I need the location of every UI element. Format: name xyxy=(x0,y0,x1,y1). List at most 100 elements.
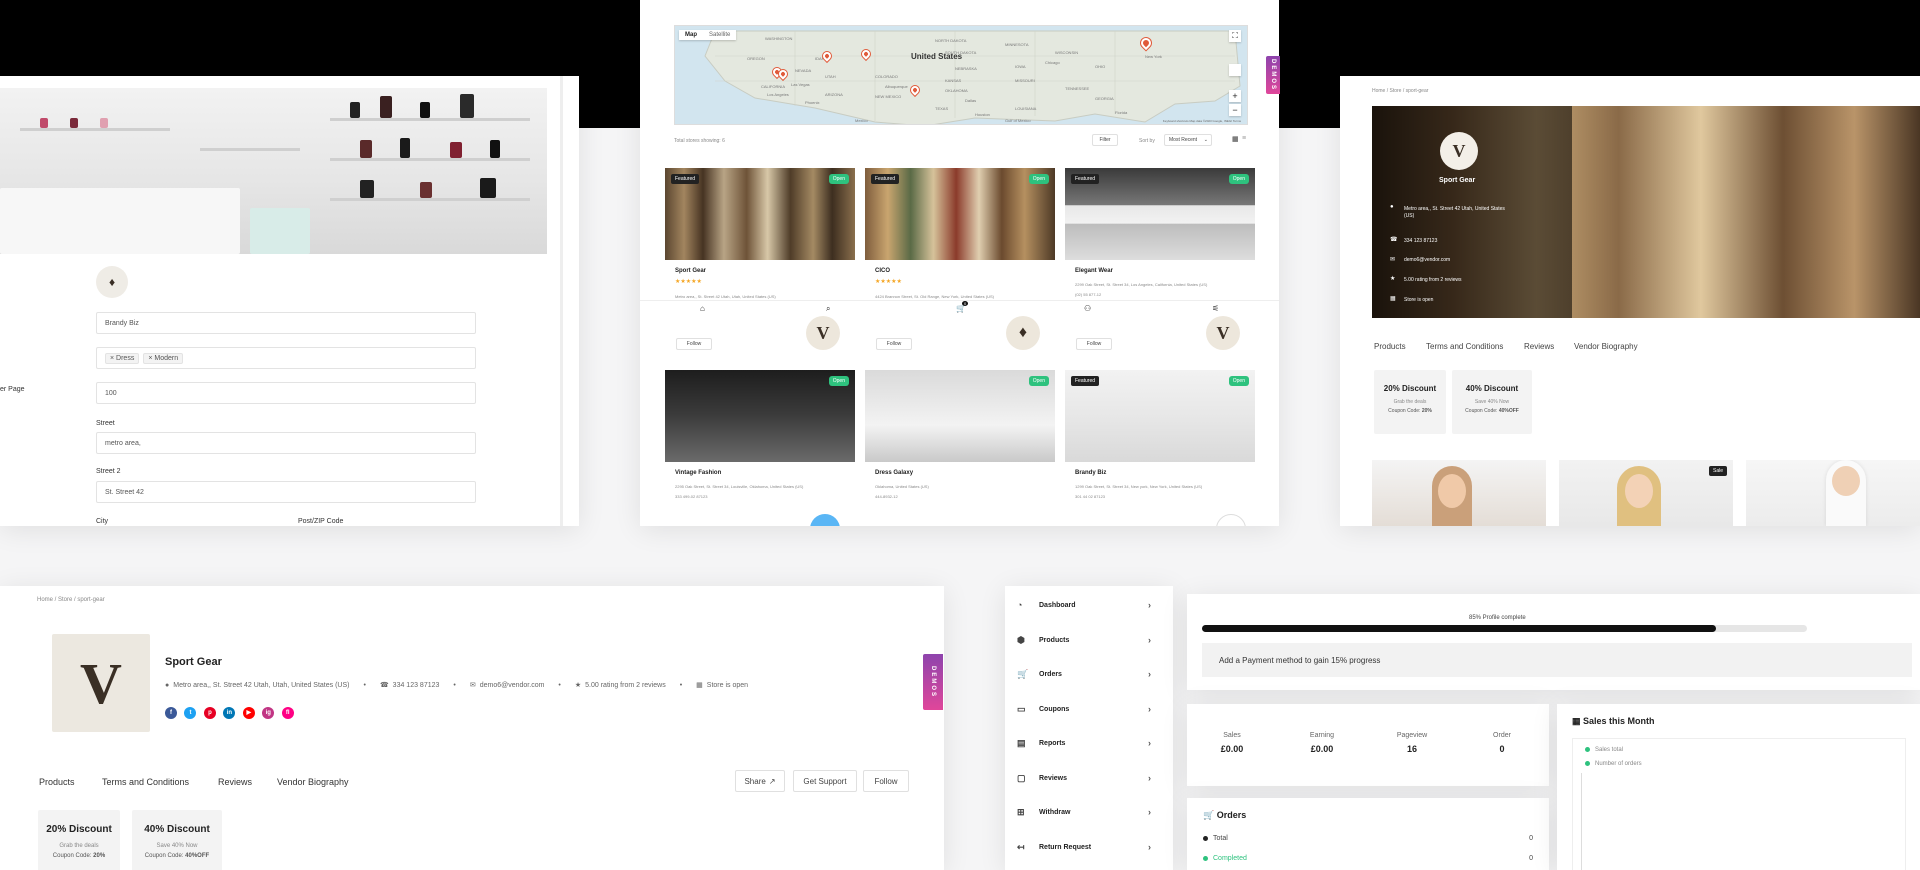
coupon-card[interactable]: 20% Discount Grab the deals Coupon Code:… xyxy=(38,810,120,870)
store-logo-icon[interactable]: ♦ xyxy=(96,266,128,298)
store-map[interactable]: Map Satellite United States WASHINGTON N… xyxy=(674,25,1248,125)
get-support-button[interactable]: Get Support xyxy=(793,770,857,792)
follow-button[interactable]: Follow xyxy=(863,770,909,792)
email-icon: ✉ xyxy=(469,682,476,689)
instagram-icon[interactable]: ig xyxy=(262,707,275,719)
tab-vendor-biography[interactable]: Vendor Biography xyxy=(277,777,349,787)
rating-stars-icon: ★★★★★ xyxy=(875,279,902,285)
map-place-label: COLORADO xyxy=(875,74,898,79)
coupon-card[interactable]: 40% Discount Save 40% Now Coupon Code: 4… xyxy=(1452,370,1532,434)
category-chip[interactable]: × Dress xyxy=(105,352,140,364)
store-card[interactable]: Featured Open Sport Gear ★★★★★ Metro are… xyxy=(665,168,855,318)
reviews-icon: ▢ xyxy=(1017,772,1026,783)
tab-products[interactable]: Products xyxy=(39,777,75,787)
share-button[interactable]: Share ↗ xyxy=(735,770,785,792)
street-label: Street xyxy=(96,420,115,427)
chevron-right-icon: › xyxy=(1148,842,1151,852)
tab-products[interactable]: Products xyxy=(1374,342,1406,351)
breadcrumb[interactable]: Home / Store / sport-gear xyxy=(1372,88,1428,94)
store-card-name[interactable]: Elegant Wear xyxy=(1075,268,1113,274)
orders-row-completed: Completed 0 xyxy=(1203,855,1533,862)
youtube-icon[interactable]: ▶ xyxy=(242,706,255,719)
demos-tab[interactable]: DEMOS xyxy=(923,654,943,710)
demos-tab[interactable]: DEMOS xyxy=(1266,56,1280,94)
tab-terms[interactable]: Terms and Conditions xyxy=(1426,342,1503,351)
vendor-rating: 5.00 rating from 2 reviews xyxy=(585,681,666,689)
zoom-in-button[interactable]: + xyxy=(1229,90,1241,102)
map-tab[interactable]: Map xyxy=(679,30,703,40)
sort-select[interactable]: Most Recent ⌄ xyxy=(1164,134,1212,146)
linkedin-icon[interactable]: in xyxy=(223,707,236,719)
store-card-name[interactable]: CICO xyxy=(875,268,890,274)
store-card[interactable]: Featured Open Elegant Wear 2299 Oak Stre… xyxy=(1065,168,1255,318)
home-icon[interactable]: ⌂ xyxy=(700,304,705,313)
street2-input[interactable]: St. Street 42 xyxy=(96,481,476,503)
street2-label: Street 2 xyxy=(96,468,121,475)
store-card[interactable]: Featured Open Brandy Biz 1299 Oak Street… xyxy=(1065,370,1255,520)
coupon-subtitle: Save 40% Now xyxy=(156,843,198,849)
star-icon: ★ xyxy=(1390,276,1396,282)
flickr-icon[interactable]: fl xyxy=(281,707,294,719)
stat-value: £0.00 xyxy=(1220,744,1244,754)
store-card-name[interactable]: Sport Gear xyxy=(675,268,706,274)
tab-vendor-biography[interactable]: Vendor Biography xyxy=(1574,342,1638,351)
coupon-code: 40%OFF xyxy=(1498,408,1519,414)
store-name-input[interactable]: Brandy Biz xyxy=(96,312,476,334)
facebook-icon[interactable]: f xyxy=(165,707,177,719)
twitter-icon[interactable]: t xyxy=(184,707,197,719)
street-input[interactable]: metro area, xyxy=(96,432,476,454)
store-card[interactable]: Open Dress Galaxy Oklahoma, United State… xyxy=(865,370,1055,520)
withdraw-icon: ⊞ xyxy=(1017,806,1025,817)
tab-terms[interactable]: Terms and Conditions xyxy=(102,777,189,787)
product-image[interactable] xyxy=(1746,460,1920,526)
follow-button[interactable]: Follow xyxy=(676,338,712,350)
scrollbar[interactable] xyxy=(560,76,563,526)
menu-item-orders[interactable]: 🛒 Orders › xyxy=(1017,660,1151,688)
product-image[interactable]: Sale xyxy=(1559,460,1733,526)
list-view-icon[interactable]: ≡ xyxy=(1242,135,1246,142)
menu-item-withdraw[interactable]: ⊞ Withdraw › xyxy=(1017,798,1151,826)
menu-item-return-request[interactable]: ↤ Return Request › xyxy=(1017,833,1151,861)
user-icon[interactable]: ⚇ xyxy=(1084,304,1091,313)
legend-sales-total[interactable]: Sales total xyxy=(1585,747,1623,753)
street-view-icon[interactable] xyxy=(1229,64,1241,76)
search-icon[interactable]: ⌕ xyxy=(826,304,830,314)
vendor-email[interactable]: demo6@vendor.com xyxy=(480,682,545,689)
tab-reviews[interactable]: Reviews xyxy=(218,777,252,787)
pinterest-icon[interactable]: p xyxy=(203,707,216,719)
store-card-name[interactable]: Dress Galaxy xyxy=(875,470,913,476)
filter-button[interactable]: Filter xyxy=(1092,134,1118,146)
store-card[interactable]: Featured Open CICO ★★★★★ 4424 Brannon St… xyxy=(865,168,1055,318)
tab-reviews[interactable]: Reviews xyxy=(1524,342,1554,351)
fullscreen-icon[interactable]: ⛶ xyxy=(1229,30,1241,42)
menu-item-products[interactable]: ⬢ Products › xyxy=(1017,626,1151,654)
legend-number-of-orders[interactable]: Number of orders xyxy=(1585,761,1642,767)
coupon-card[interactable]: 20% Discount Grab the deals Coupon Code:… xyxy=(1374,370,1446,434)
menu-item-reviews[interactable]: ▢ Reviews › xyxy=(1017,764,1151,792)
category-remove-icon[interactable]: × xyxy=(148,355,152,362)
filter-icon[interactable]: ⚟ xyxy=(1212,304,1219,313)
payment-hint-box[interactable]: Add a Payment method to gain 15% progres… xyxy=(1202,643,1912,677)
open-badge: Open xyxy=(1028,376,1049,386)
satellite-tab[interactable]: Satellite xyxy=(703,30,736,40)
coupon-card[interactable]: 40% Discount Save 40% Now Coupon Code: 4… xyxy=(132,810,222,870)
grid-view-icon[interactable]: ▦ xyxy=(1232,135,1239,143)
store-card[interactable]: Open Vintage Fashion 2295 Oak Street, St… xyxy=(665,370,855,520)
menu-item-reports[interactable]: ▤ Reports › xyxy=(1017,729,1151,757)
zoom-out-button[interactable]: − xyxy=(1229,104,1241,116)
order-value: 0 xyxy=(1529,835,1533,842)
store-categories-select[interactable]: × Dress × Modern xyxy=(96,347,476,369)
products-per-page-input[interactable]: 100 xyxy=(96,382,476,404)
category-chip[interactable]: × Modern xyxy=(143,352,184,364)
menu-item-coupons[interactable]: ▭ Coupons › xyxy=(1017,695,1151,723)
product-image[interactable] xyxy=(1372,460,1546,526)
follow-button[interactable]: Follow xyxy=(876,338,912,350)
store-card-name[interactable]: Brandy Biz xyxy=(1075,470,1106,476)
vendor-email[interactable]: demo6@vendor.com xyxy=(1404,257,1450,263)
total-stores-text: Total stores showing: 6 xyxy=(674,138,725,144)
store-card-name[interactable]: Vintage Fashion xyxy=(675,470,721,476)
menu-item-dashboard[interactable]: ◔ Dashboard › xyxy=(1017,591,1151,619)
category-remove-icon[interactable]: × xyxy=(110,355,114,362)
breadcrumb[interactable]: Home / Store / sport-gear xyxy=(37,597,105,603)
follow-button[interactable]: Follow xyxy=(1076,338,1112,350)
